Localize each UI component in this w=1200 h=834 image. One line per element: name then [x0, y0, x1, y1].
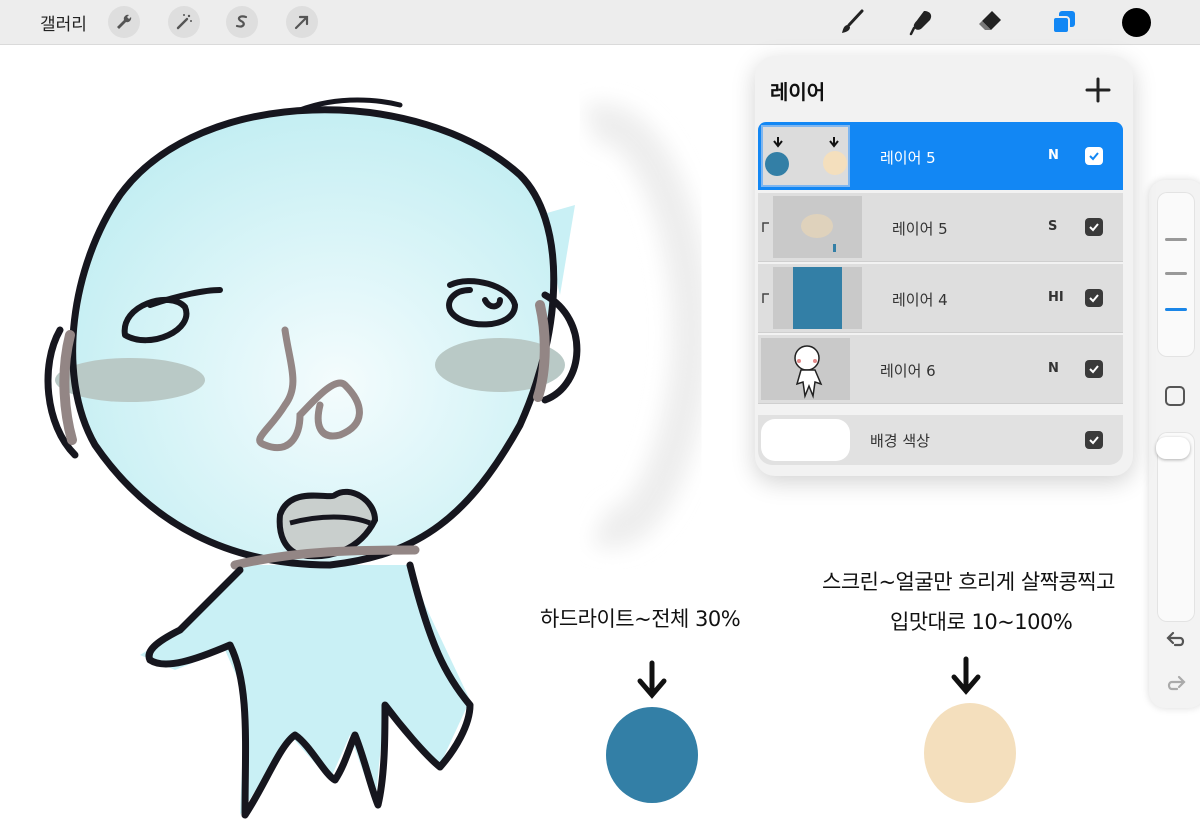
- note-screen-line1: 스크린~얼굴만 흐리게 살짝콩찍고: [822, 570, 1115, 594]
- size-mark: [1165, 272, 1187, 275]
- layers-tool[interactable]: [1046, 4, 1082, 40]
- opacity-slider[interactable]: [1157, 432, 1195, 622]
- background-color-row[interactable]: 배경 색상: [758, 415, 1123, 465]
- size-slider-thumb[interactable]: [1165, 308, 1187, 311]
- transform-arrow-icon: [294, 15, 309, 30]
- note-hardlight: 하드라이트~전체 30%: [540, 607, 741, 631]
- smudge-tool[interactable]: [904, 4, 940, 40]
- layer-row[interactable]: 레이어 5 N: [758, 122, 1123, 190]
- background-color-label: 배경 색상: [870, 432, 930, 450]
- smudge-icon: [909, 11, 932, 36]
- transform-button[interactable]: [286, 6, 318, 38]
- clipping-mask-icon: [762, 293, 769, 303]
- layer-name: 레이어 6: [880, 362, 936, 380]
- eraser-tool[interactable]: [972, 4, 1008, 40]
- selection-icon: [235, 15, 248, 28]
- eraser-icon: [979, 11, 1001, 30]
- visibility-checkbox[interactable]: [1085, 218, 1103, 236]
- top-toolbar: 갤러리: [0, 0, 1200, 45]
- undo-button[interactable]: [1163, 626, 1189, 652]
- layer-thumbnail: [761, 338, 850, 400]
- magic-wand-icon: [176, 14, 192, 30]
- brush-size-slider[interactable]: [1157, 192, 1195, 357]
- visibility-checkbox[interactable]: [1085, 360, 1103, 378]
- canvas-smudge: [583, 103, 712, 548]
- selection-button[interactable]: [226, 6, 258, 38]
- layer-name: 레이어 5: [880, 149, 936, 167]
- gallery-link[interactable]: 갤러리: [40, 10, 87, 35]
- check-icon: [1089, 294, 1099, 303]
- color-picker[interactable]: [1122, 8, 1151, 37]
- layers-panel: 레이어 레이어 5 N 레이어 5 S 레이어 4 HI 레이어 6 N 배경 …: [755, 56, 1133, 476]
- check-icon: [1089, 436, 1099, 445]
- visibility-checkbox[interactable]: [1085, 431, 1103, 449]
- layers-icon: [1052, 11, 1075, 34]
- arrow-down-right-icon: [951, 656, 981, 695]
- layer-name: 레이어 5: [892, 220, 948, 238]
- layer-thumbnail: [773, 196, 862, 258]
- blend-mode-button[interactable]: HI: [1048, 290, 1064, 305]
- actions-button[interactable]: [108, 6, 140, 38]
- blend-mode-button[interactable]: S: [1048, 219, 1057, 234]
- visibility-checkbox[interactable]: [1085, 289, 1103, 307]
- blend-mode-button[interactable]: N: [1048, 148, 1059, 163]
- sidebar: [1149, 180, 1200, 708]
- arrow-down-left-icon: [637, 660, 667, 699]
- check-icon: [1089, 365, 1099, 374]
- opacity-slider-thumb[interactable]: [1156, 437, 1190, 459]
- layer-row[interactable]: 레이어 6 N: [758, 335, 1123, 404]
- layer-thumbnail: [773, 267, 862, 329]
- visibility-checkbox[interactable]: [1085, 147, 1103, 165]
- adjustments-button[interactable]: [168, 6, 200, 38]
- wrench-icon: [117, 14, 132, 29]
- brush-tool[interactable]: [834, 4, 870, 40]
- modify-square-icon[interactable]: [1165, 386, 1185, 406]
- swatch-peach: [924, 703, 1016, 803]
- add-layer-plus-icon[interactable]: [1082, 74, 1114, 106]
- layer-thumbnail: [761, 125, 850, 187]
- redo-button[interactable]: [1163, 670, 1189, 696]
- layer-row[interactable]: 레이어 4 HI: [758, 264, 1123, 333]
- character-drawing: [44, 97, 581, 819]
- swatch-blue: [606, 707, 698, 803]
- check-icon: [1089, 223, 1099, 232]
- size-mark: [1165, 238, 1187, 241]
- undo-icon: [1166, 631, 1185, 647]
- panel-title: 레이어: [770, 80, 826, 104]
- brush-icon: [842, 9, 864, 33]
- layer-name: 레이어 4: [892, 291, 948, 309]
- redo-icon: [1167, 675, 1186, 691]
- background-color-swatch[interactable]: [761, 419, 850, 461]
- note-screen-line2: 입맛대로 10~100%: [890, 610, 1073, 634]
- clipping-mask-icon: [762, 222, 769, 232]
- layer-row[interactable]: 레이어 5 S: [758, 193, 1123, 262]
- blend-mode-button[interactable]: N: [1048, 361, 1059, 376]
- check-icon: [1089, 152, 1099, 161]
